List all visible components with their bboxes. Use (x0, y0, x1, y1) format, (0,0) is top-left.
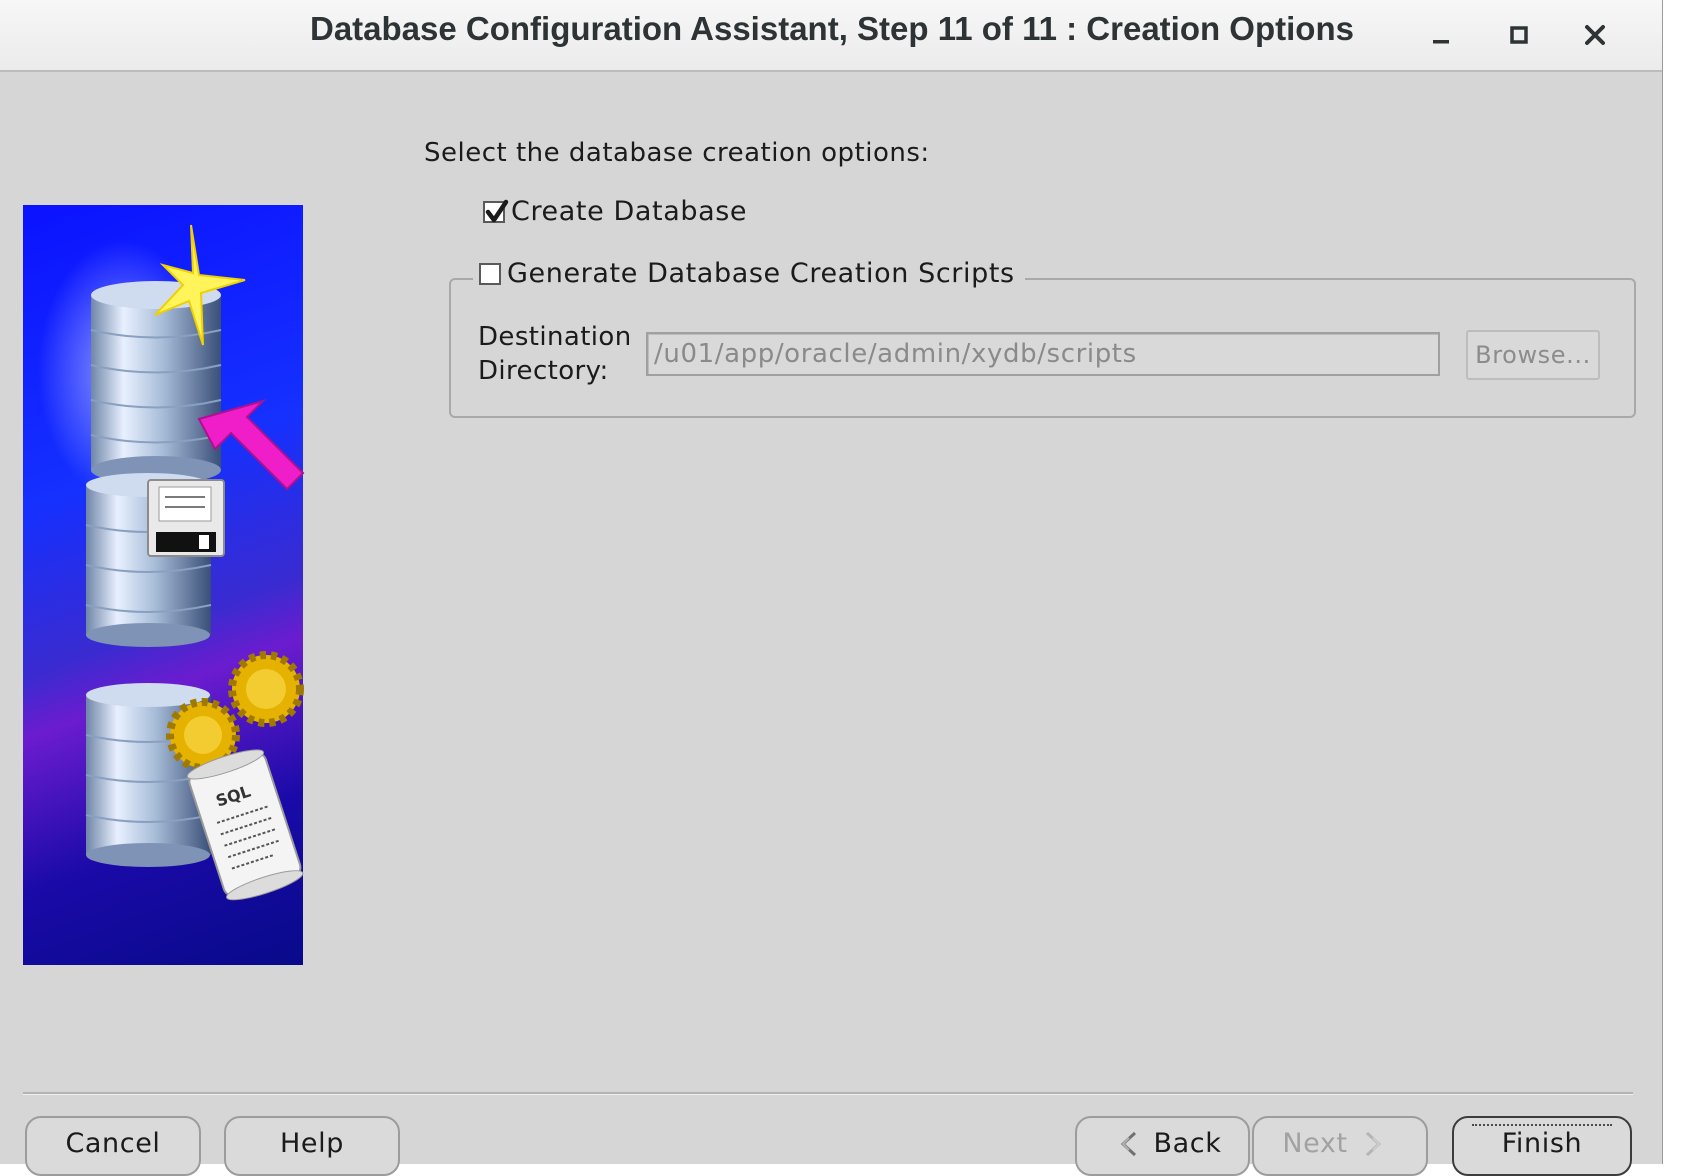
dbca-window: Database Configuration Assistant, Step 1… (0, 0, 1663, 1176)
maximize-icon (1510, 26, 1528, 44)
window-title: Database Configuration Assistant, Step 1… (310, 10, 1354, 47)
generate-scripts-group: Generate Database Creation Scripts Desti… (449, 258, 1636, 418)
database-save-icon (85, 473, 225, 647)
close-button[interactable] (1572, 12, 1618, 58)
database-create-icon (38, 224, 305, 500)
minimize-button[interactable] (1418, 12, 1464, 58)
cancel-button[interactable]: Cancel (25, 1116, 201, 1176)
next-label: Next (1282, 1128, 1348, 1159)
finish-label: Finish (1501, 1128, 1583, 1159)
back-label: Back (1153, 1128, 1222, 1159)
create-database-option[interactable]: Create Database (483, 196, 747, 227)
generate-scripts-label: Generate Database Creation Scripts (507, 258, 1015, 289)
floppy-disk-icon (147, 479, 225, 557)
create-database-label: Create Database (511, 196, 748, 227)
close-icon (1585, 25, 1605, 45)
generate-scripts-checkbox[interactable] (479, 262, 501, 285)
help-button[interactable]: Help (224, 1116, 400, 1176)
creation-options-prompt: Select the database creation options: (424, 138, 930, 168)
back-button[interactable]: Back (1075, 1116, 1250, 1176)
browse-button[interactable]: Browse... (1466, 330, 1600, 380)
checkmark-icon (485, 199, 509, 222)
create-database-checkbox[interactable] (483, 199, 509, 223)
destination-directory-input[interactable] (646, 332, 1440, 376)
destination-label-line2: Directory: (478, 356, 609, 386)
finish-button[interactable]: Finish (1452, 1116, 1632, 1176)
footer-divider (23, 1092, 1633, 1095)
generate-scripts-option[interactable]: Generate Database Creation Scripts (473, 258, 1025, 289)
destination-directory-label: Destination Directory: (478, 320, 638, 388)
database-sql-script-icon: SQL (85, 651, 304, 901)
chevron-right-icon (1362, 1128, 1384, 1160)
chevron-left-icon (1118, 1128, 1140, 1160)
gear-icon (166, 651, 304, 772)
wizard-illustration: SQL (23, 205, 305, 965)
sql-scroll-icon: SQL (186, 749, 304, 901)
title-bar[interactable]: Database Configuration Assistant, Step 1… (0, 0, 1662, 72)
minimize-icon (1433, 40, 1449, 44)
focus-ring (1472, 1124, 1612, 1126)
destination-label-line1: Destination (478, 322, 632, 352)
maximize-button[interactable] (1496, 12, 1542, 58)
next-button[interactable]: Next (1252, 1116, 1428, 1176)
